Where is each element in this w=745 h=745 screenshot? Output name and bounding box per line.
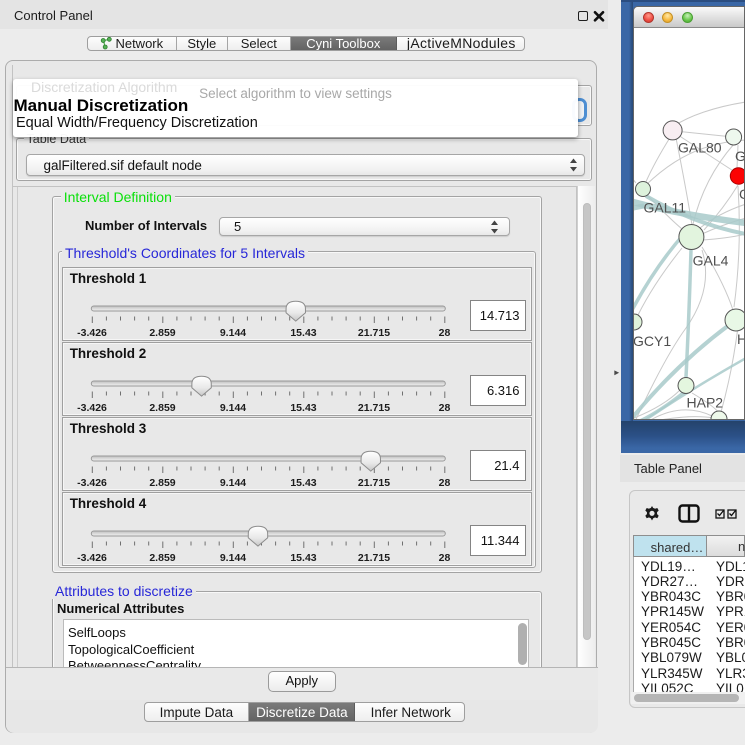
svg-text:GAL4: GAL4 bbox=[693, 253, 729, 269]
svg-text:HAP2: HAP2 bbox=[687, 395, 724, 411]
svg-text:C: C bbox=[739, 186, 745, 202]
svg-text:GAL80: GAL80 bbox=[678, 140, 722, 156]
svg-text:GCY1: GCY1 bbox=[634, 333, 671, 349]
svg-text:H: H bbox=[737, 331, 745, 347]
svg-text:GAL11: GAL11 bbox=[644, 200, 687, 216]
svg-text:G: G bbox=[735, 148, 745, 164]
